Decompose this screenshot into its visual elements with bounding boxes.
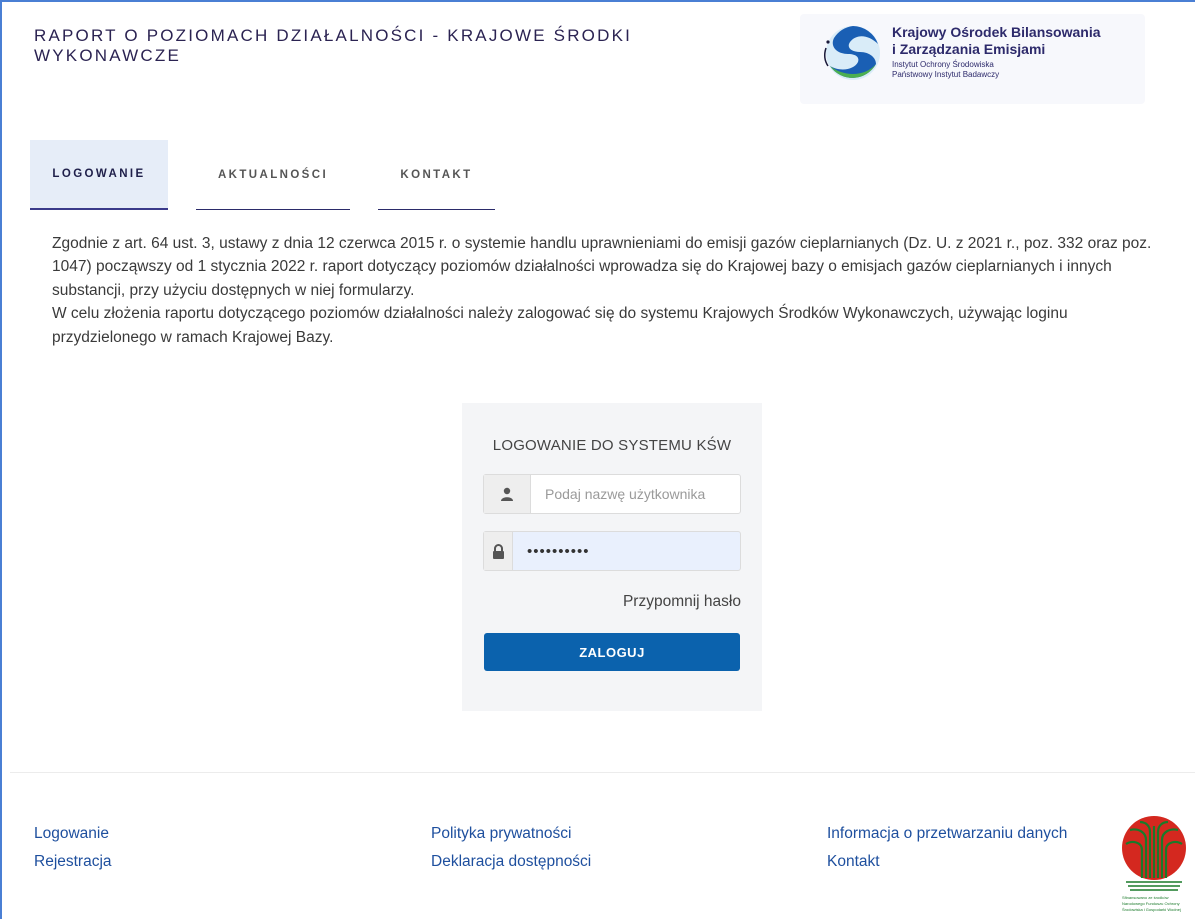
- logo-line-3: Instytut Ochrony Środowiska: [892, 60, 994, 69]
- lock-icon: [484, 532, 513, 570]
- user-icon: [484, 475, 531, 513]
- password-field: [483, 531, 741, 571]
- footer-link-contact[interactable]: Kontakt: [827, 848, 1067, 876]
- page-title: RAPORT O POZIOMACH DZIAŁALNOŚCI - KRAJOW…: [34, 26, 633, 65]
- footer-column-2: Polityka prywatności Deklaracja dostępno…: [431, 820, 591, 876]
- tab-logowanie[interactable]: LOGOWANIE: [30, 140, 168, 210]
- footer-divider: [10, 772, 1195, 773]
- svg-text:Sfinansowano ze środków: Sfinansowano ze środków: [1122, 895, 1169, 900]
- login-form: LOGOWANIE DO SYSTEMU KŚW Przypomnij hasł…: [462, 403, 762, 711]
- login-button[interactable]: ZALOGUJ: [484, 633, 740, 671]
- logo-line-4: Państwowy Instytut Badawczy: [892, 70, 1000, 79]
- footer-link-accessibility[interactable]: Deklaracja dostępności: [431, 848, 591, 876]
- logo-line-2: i Zarządzania Emisjami: [892, 41, 1046, 57]
- kobize-logo[interactable]: Krajowy Ośrodek Bilansowania i Zarządzan…: [800, 14, 1145, 104]
- intro-paragraph-2: W celu złożenia raportu dotyczącego pozi…: [52, 305, 1068, 346]
- footer-column-3: Informacja o przetwarzaniu danych Kontak…: [827, 820, 1067, 876]
- login-title: LOGOWANIE DO SYSTEMU KŚW: [492, 437, 732, 454]
- username-field: [483, 474, 741, 514]
- footer-link-rejestracja[interactable]: Rejestracja: [34, 848, 112, 876]
- footer-link-data-processing[interactable]: Informacja o przetwarzaniu danych: [827, 820, 1067, 848]
- tab-kontakt[interactable]: KONTAKT: [378, 140, 495, 210]
- footer-link-privacy-policy[interactable]: Polityka prywatności: [431, 820, 591, 848]
- tab-aktualnosci[interactable]: AKTUALNOŚCI: [196, 140, 350, 210]
- username-input[interactable]: [531, 475, 740, 513]
- nfosigw-logo-icon: Sfinansowano ze środków Narodowego Fundu…: [1122, 816, 1186, 912]
- svg-text:Środowiska i Gospodarki Wodnej: Środowiska i Gospodarki Wodnej: [1122, 907, 1181, 912]
- logo-line-1: Krajowy Ośrodek Bilansowania: [892, 24, 1101, 40]
- intro-text: Zgodnie z art. 64 ust. 3, ustawy z dnia …: [52, 232, 1152, 349]
- footer-column-1: Logowanie Rejestracja: [34, 820, 112, 876]
- svg-text:Narodowego Funduszu Ochrony: Narodowego Funduszu Ochrony: [1122, 901, 1180, 906]
- remind-password-link[interactable]: Przypomnij hasło: [623, 593, 741, 611]
- password-input[interactable]: [513, 532, 740, 570]
- intro-paragraph-1: Zgodnie z art. 64 ust. 3, ustawy z dnia …: [52, 235, 1152, 299]
- footer-link-logowanie[interactable]: Logowanie: [34, 820, 112, 848]
- kobize-logo-mark-icon: [823, 26, 880, 80]
